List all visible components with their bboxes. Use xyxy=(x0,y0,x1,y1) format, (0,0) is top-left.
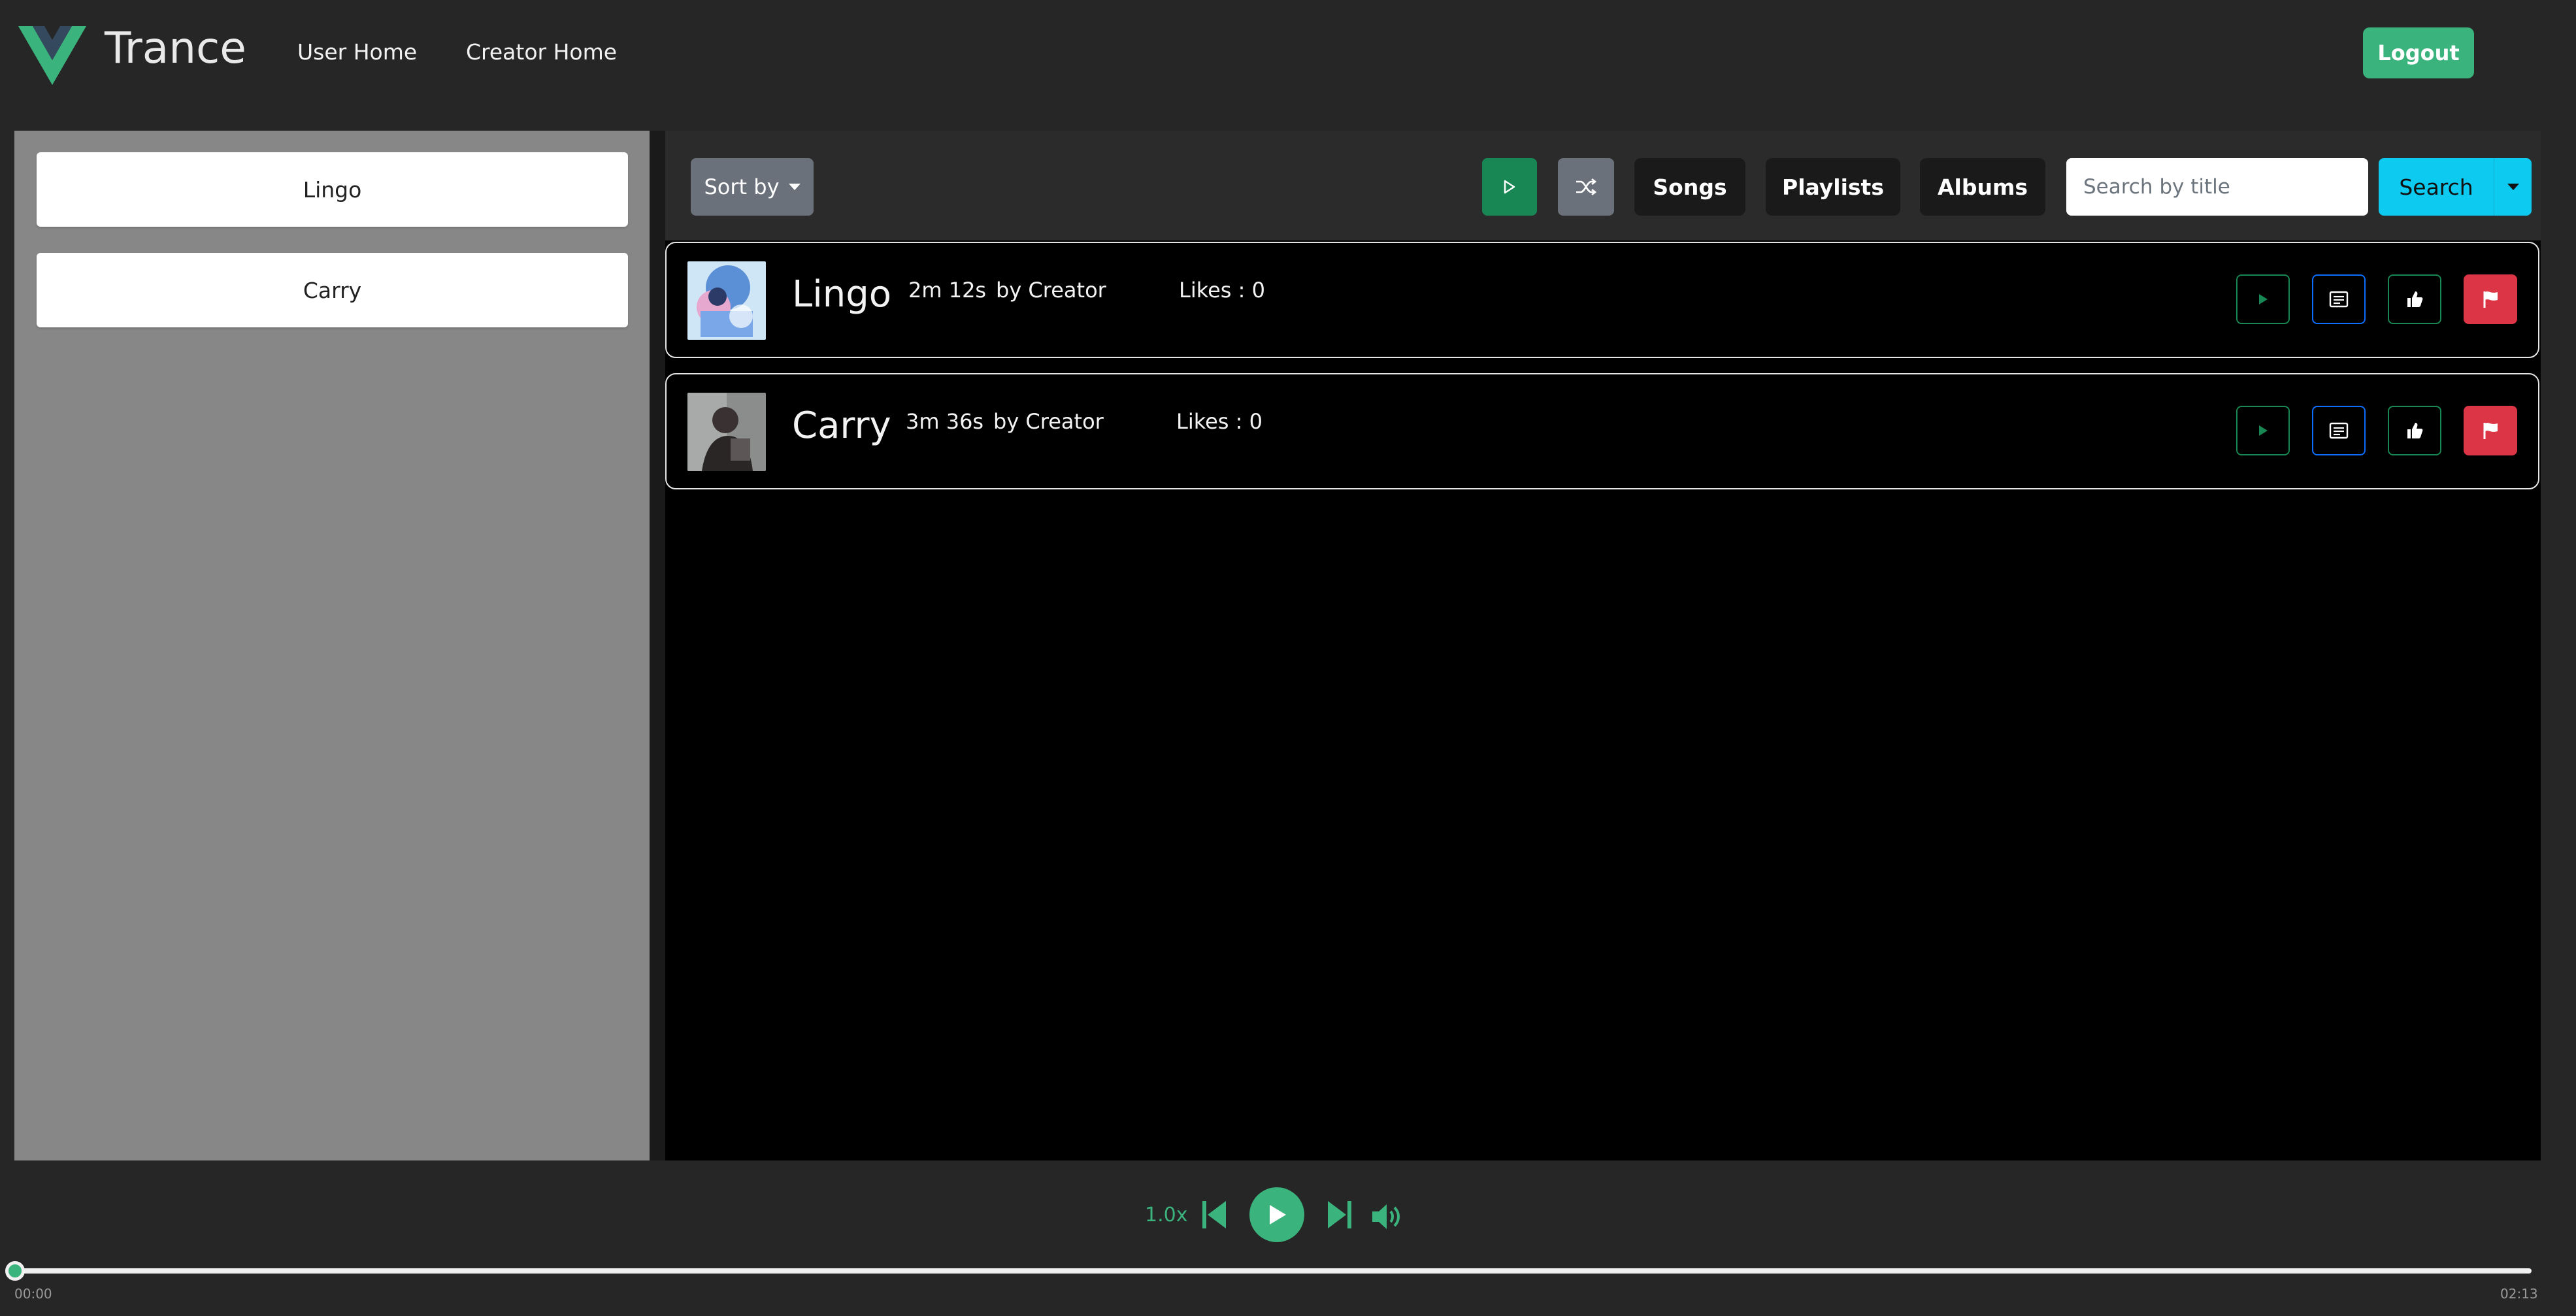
play-pause-button[interactable] xyxy=(1249,1187,1304,1242)
flag-icon xyxy=(2483,423,2498,439)
play-icon xyxy=(2259,294,2268,304)
shuffle-button[interactable] xyxy=(1558,158,1614,216)
thumbs-up-icon xyxy=(2407,423,2423,438)
song-title: Carry xyxy=(792,404,891,447)
thumbs-up-icon xyxy=(2407,291,2423,307)
flag-icon xyxy=(2483,291,2498,308)
song-artist: by Creator xyxy=(993,409,1104,434)
song-row[interactable]: Lingo 2m 12s by Creator Likes : 0 xyxy=(665,242,2539,358)
search-button[interactable]: Search xyxy=(2379,158,2494,216)
album-cover-image xyxy=(687,261,766,340)
song-likes: Likes : 0 xyxy=(1179,278,1265,303)
song-artist: by Creator xyxy=(996,278,1106,303)
report-button[interactable] xyxy=(2464,406,2517,455)
play-song-button[interactable] xyxy=(2236,274,2290,324)
current-time: 00:00 xyxy=(14,1286,52,1302)
vue-logo-icon[interactable] xyxy=(18,26,86,85)
like-button[interactable] xyxy=(2388,274,2441,324)
song-row[interactable]: Carry 3m 36s by Creator Likes : 0 xyxy=(665,373,2539,489)
brand-name[interactable]: Trance xyxy=(105,22,246,74)
album-cover-image xyxy=(687,393,766,471)
caret-down-icon xyxy=(788,184,801,190)
lyrics-button[interactable] xyxy=(2312,406,2366,455)
lyrics-button[interactable] xyxy=(2312,274,2366,324)
filter-songs-button[interactable]: Songs xyxy=(1634,158,1745,216)
total-time: 02:13 xyxy=(2500,1286,2538,1302)
skip-previous-icon[interactable] xyxy=(1200,1198,1229,1231)
lyrics-icon xyxy=(2329,291,2349,308)
play-icon xyxy=(1270,1205,1286,1225)
skip-next-icon[interactable] xyxy=(1325,1198,1354,1231)
sort-label: Sort by xyxy=(704,174,780,199)
filter-playlists-button[interactable]: Playlists xyxy=(1766,158,1900,216)
song-duration: 2m 12s xyxy=(908,278,987,303)
report-button[interactable] xyxy=(2464,274,2517,324)
seek-handle[interactable] xyxy=(5,1261,25,1281)
sort-dropdown-button[interactable]: Sort by xyxy=(691,158,814,216)
sidebar-item-lingo[interactable]: Lingo xyxy=(37,152,628,227)
song-duration: 3m 36s xyxy=(906,409,984,434)
song-likes: Likes : 0 xyxy=(1176,409,1263,434)
sidebar-item-carry[interactable]: Carry xyxy=(37,253,628,327)
song-title: Lingo xyxy=(792,273,892,316)
search-options-dropdown[interactable] xyxy=(2494,158,2532,216)
play-icon xyxy=(2259,425,2268,436)
filter-albums-button[interactable]: Albums xyxy=(1920,158,2045,216)
lyrics-icon xyxy=(2329,422,2349,439)
shuffle-icon xyxy=(1576,178,1597,196)
play-icon xyxy=(1504,180,1515,194)
volume-icon[interactable] xyxy=(1371,1202,1404,1231)
logout-button[interactable]: Logout xyxy=(2363,27,2474,78)
play-all-button[interactable] xyxy=(1482,158,1537,216)
caret-down-icon xyxy=(2507,184,2519,190)
content-divider xyxy=(650,131,665,1160)
seek-bar[interactable] xyxy=(14,1268,2532,1274)
like-button[interactable] xyxy=(2388,406,2441,455)
play-song-button[interactable] xyxy=(2236,406,2290,455)
nav-link-creator-home[interactable]: Creator Home xyxy=(466,39,617,65)
nav-link-user-home[interactable]: User Home xyxy=(297,39,417,65)
search-input[interactable] xyxy=(2066,158,2368,216)
playback-speed-button[interactable]: 1.0x xyxy=(1145,1204,1187,1226)
